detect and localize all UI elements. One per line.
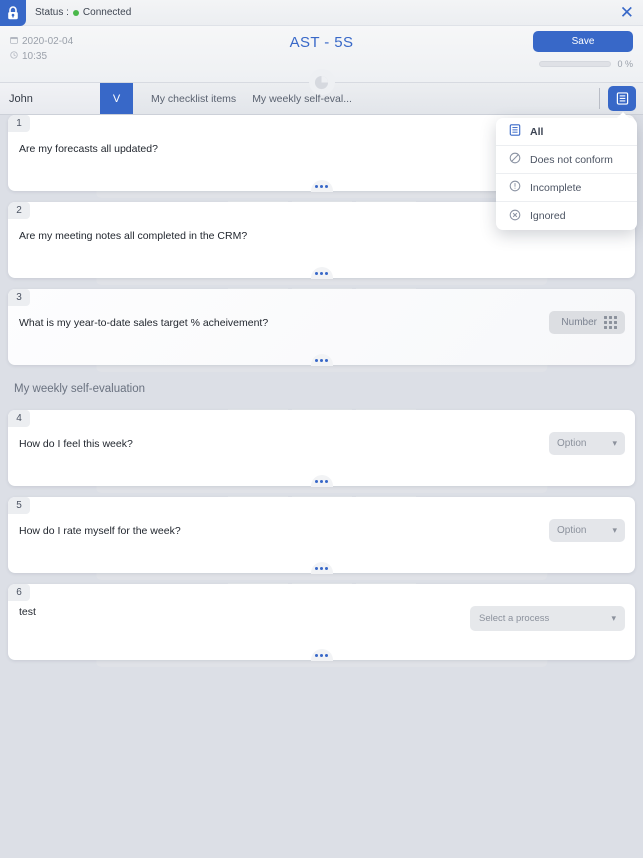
header: 2020-02-04 10:35 AST - 5S Save 0 % — [0, 26, 643, 95]
card-expand-handle[interactable] — [310, 475, 333, 487]
close-icon[interactable]: ✕ — [620, 4, 634, 21]
answer-control: Number — [549, 311, 625, 334]
filter-menu-item-ignored[interactable]: Ignored — [496, 202, 637, 230]
filter-menu-label-all: All — [530, 125, 544, 138]
option-select-field[interactable]: Option ▾ — [549, 432, 625, 455]
tab-my-checklist-items[interactable]: My checklist items — [151, 93, 236, 105]
time-label: 10:35 — [22, 51, 48, 62]
time-row: 10:35 — [10, 49, 73, 64]
option-field-label: Option — [557, 438, 587, 449]
keypad-icon — [604, 316, 617, 329]
validate-badge[interactable]: V — [100, 83, 133, 114]
card-expand-handle[interactable] — [310, 649, 333, 661]
question-text: Are my meeting notes all completed in th… — [19, 230, 248, 242]
filter-menu-item-does-not-conform[interactable]: Does not conform — [496, 146, 637, 174]
answer-control: Select a process ▾ — [470, 606, 625, 631]
question-card[interactable]: 5 How do I rate myself for the week? Opt… — [8, 497, 635, 574]
question-text: What is my year-to-date sales target % a… — [19, 317, 269, 329]
circle-x-icon — [509, 209, 521, 224]
pie-gauge-icon — [308, 69, 335, 95]
progress-bar-track — [539, 61, 612, 67]
question-number: 4 — [8, 410, 30, 427]
question-text: How do I rate myself for the week? — [19, 525, 181, 537]
status-indicator: Status : Connected — [35, 7, 131, 18]
card-expand-handle[interactable] — [310, 180, 333, 192]
filter-menu-label-ignored: Ignored — [530, 210, 566, 222]
card-expand-handle[interactable] — [310, 354, 333, 366]
card-expand-handle[interactable] — [310, 562, 333, 574]
process-select-label: Select a process — [479, 613, 550, 624]
filter-menu: All Does not conform Incomplete Ignored — [496, 118, 637, 230]
chevron-down-icon: ▾ — [612, 525, 617, 535]
list-all-icon — [509, 124, 521, 139]
question-stack: 6 test Select a process ▾ — [8, 583, 635, 667]
number-input-field[interactable]: Number — [549, 311, 625, 334]
question-number: 2 — [8, 202, 30, 219]
lock-icon — [0, 0, 26, 26]
chevron-down-icon: ▾ — [611, 613, 616, 623]
filter-menu-label-incomplete: Incomplete — [530, 181, 582, 194]
connection-status-dot — [72, 9, 79, 16]
dropdown-caret — [615, 112, 631, 120]
clock-icon — [10, 49, 18, 64]
number-field-label: Number — [561, 317, 597, 328]
answer-control: Option ▾ — [549, 519, 625, 542]
question-number: 1 — [8, 115, 30, 132]
status-label: Status : — [35, 7, 69, 18]
question-text: Are my forecasts all updated? — [19, 143, 158, 155]
filter-menu-item-incomplete[interactable]: Incomplete — [496, 174, 637, 202]
question-number: 5 — [8, 497, 30, 514]
save-button[interactable]: Save — [533, 31, 633, 52]
question-stack: 5 How do I rate myself for the week? Opt… — [8, 496, 635, 580]
question-text: test — [19, 606, 36, 618]
question-card[interactable]: 3 What is my year-to-date sales target %… — [8, 289, 635, 366]
user-name-label: John — [0, 83, 100, 114]
question-stack: 3 What is my year-to-date sales target %… — [8, 288, 635, 372]
process-select-field[interactable]: Select a process ▾ — [470, 606, 625, 631]
tab-my-weekly-self-eval[interactable]: My weekly self-eval... — [252, 93, 352, 105]
circle-slash-icon — [509, 152, 521, 167]
toolbar-divider — [599, 88, 600, 109]
filter-menu-label-does-not-conform: Does not conform — [530, 153, 613, 166]
question-number: 6 — [8, 584, 30, 601]
progress-percent-label: 0 % — [617, 59, 633, 69]
option-field-label: Option — [557, 525, 587, 536]
answer-control: Option ▾ — [549, 432, 625, 455]
filter-menu-item-all[interactable]: All — [496, 118, 637, 146]
question-card[interactable]: 4 How do I feel this week? Option ▾ — [8, 410, 635, 487]
list-view-icon[interactable] — [608, 86, 636, 111]
circle-exclamation-icon — [509, 180, 521, 195]
card-expand-handle[interactable] — [310, 267, 333, 279]
connection-state-label: Connected — [82, 7, 132, 18]
status-bar: Status : Connected ✕ — [0, 0, 643, 26]
question-card[interactable]: 6 test Select a process ▾ — [8, 584, 635, 661]
question-text: How do I feel this week? — [19, 438, 133, 450]
question-stack: 4 How do I feel this week? Option ▾ — [8, 409, 635, 493]
chevron-down-icon: ▾ — [612, 438, 617, 448]
progress-indicator: 0 % — [539, 59, 633, 69]
section-header: My weekly self-evaluation — [14, 383, 146, 395]
question-number: 3 — [8, 289, 30, 306]
option-select-field[interactable]: Option ▾ — [549, 519, 625, 542]
